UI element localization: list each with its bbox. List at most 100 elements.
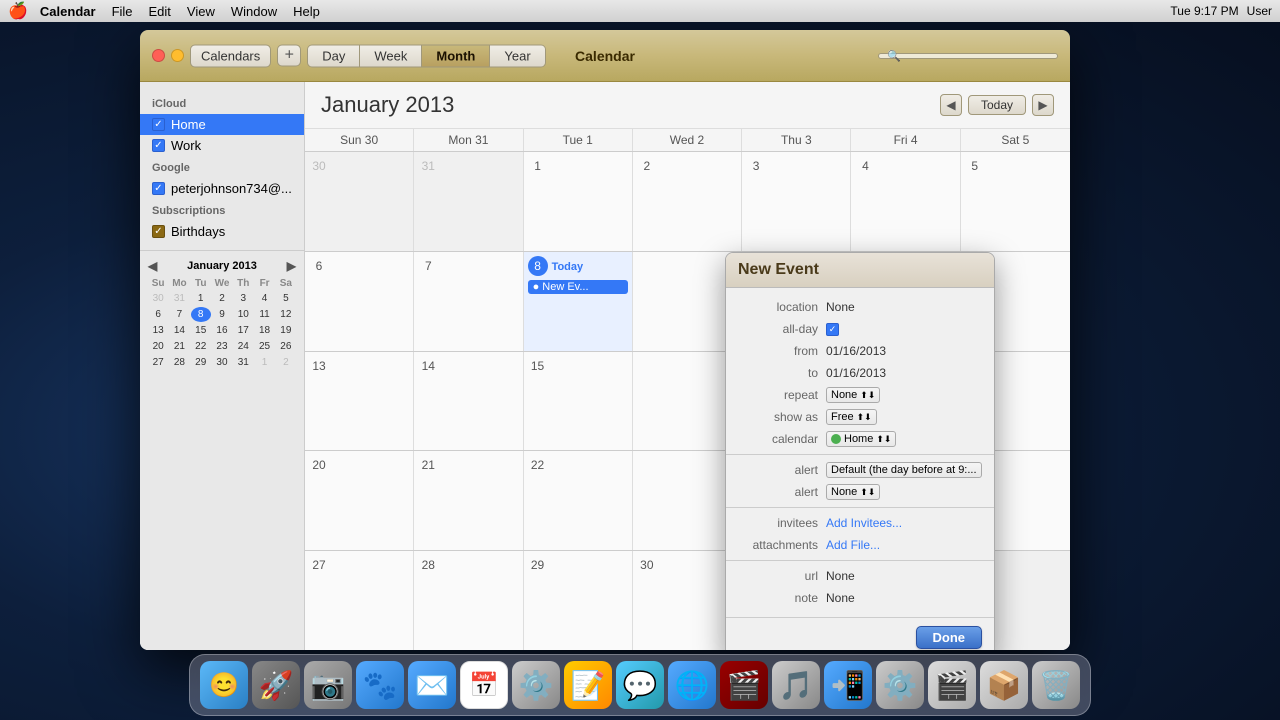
dock-dvd[interactable]: 🎬 [720, 661, 768, 709]
dock-syspreferences[interactable]: ⚙️ [876, 661, 924, 709]
dock-quicktime[interactable]: 🎬 [928, 661, 976, 709]
cal-cell-20[interactable]: 20 [305, 451, 414, 550]
mini-day-11[interactable]: 11 [254, 307, 274, 322]
home-checkbox[interactable]: ✓ [152, 118, 165, 131]
mini-cal-next[interactable]: ▶ [287, 259, 296, 273]
dock-photos[interactable]: 📷 [304, 661, 352, 709]
close-button[interactable] [152, 49, 165, 62]
dock-calendar[interactable]: 📅 [460, 661, 508, 709]
mini-day-30[interactable]: 30 [212, 355, 232, 370]
mini-day-29[interactable]: 29 [191, 355, 211, 370]
mini-day-21[interactable]: 21 [169, 339, 189, 354]
cal-cell-27[interactable]: 27 [305, 551, 414, 650]
dock-settings[interactable]: ⚙️ [512, 661, 560, 709]
prev-month-button[interactable]: ◀ [940, 94, 962, 116]
cal-cell-31[interactable]: 31 [414, 152, 523, 251]
next-month-button[interactable]: ▶ [1032, 94, 1054, 116]
cal-cell-30[interactable]: 30 [305, 152, 414, 251]
mini-day-25[interactable]: 25 [254, 339, 274, 354]
apple-menu[interactable]: 🍎 [8, 1, 28, 21]
cal-cell-fri4[interactable]: 4 [851, 152, 960, 251]
mini-day-4[interactable]: 4 [254, 291, 274, 306]
cal-cell-sat5[interactable]: 5 [961, 152, 1070, 251]
mini-day-12[interactable]: 12 [276, 307, 296, 322]
mini-day-18[interactable]: 18 [254, 323, 274, 338]
dock-safari[interactable]: 🌐 [668, 661, 716, 709]
mini-day-13[interactable]: 13 [148, 323, 168, 338]
popup-value-from[interactable]: 01/16/2013 [826, 344, 886, 358]
dock-itunes[interactable]: 🎵 [772, 661, 820, 709]
sidebar-item-work[interactable]: ✓ Work [140, 135, 304, 156]
today-button[interactable]: Today [968, 95, 1026, 115]
mini-day-19[interactable]: 19 [276, 323, 296, 338]
search-input[interactable]: 🔍 [878, 53, 1058, 59]
dock-launchpad[interactable]: 🚀 [252, 661, 300, 709]
mini-cal-prev[interactable]: ◀ [148, 259, 157, 273]
popup-repeat-select[interactable]: None ⬆⬇ [826, 387, 880, 403]
done-button[interactable]: Done [916, 626, 983, 649]
mini-day-16[interactable]: 16 [212, 323, 232, 338]
google-checkbox[interactable]: ✓ [152, 182, 165, 195]
mini-day-1next[interactable]: 1 [254, 355, 274, 370]
mini-day-22[interactable]: 22 [191, 339, 211, 354]
birthdays-checkbox[interactable]: ✓ [152, 225, 165, 238]
edit-menu[interactable]: Edit [149, 4, 171, 19]
cal-cell-1[interactable]: 1 [524, 152, 633, 251]
calendars-button[interactable]: Calendars [190, 44, 271, 67]
dock-appstore[interactable]: 📲 [824, 661, 872, 709]
app-menu[interactable]: Calendar [40, 4, 96, 19]
mini-day-5[interactable]: 5 [276, 291, 296, 306]
dock-mail[interactable]: ✉️ [408, 661, 456, 709]
file-menu[interactable]: File [112, 4, 133, 19]
cal-cell-14[interactable]: 14 [414, 352, 523, 451]
cal-cell-6[interactable]: 6 [305, 252, 414, 351]
cal-cell-15[interactable]: 15 [524, 352, 633, 451]
allday-checkbox[interactable]: ✓ [826, 323, 839, 336]
popup-showas-select[interactable]: Free ⬆⬇ [826, 409, 877, 425]
mini-day-20[interactable]: 20 [148, 339, 168, 354]
dock-xcode[interactable]: 🐾 [356, 661, 404, 709]
cal-cell-wed2[interactable]: 2 [633, 152, 742, 251]
popup-calendar-select[interactable]: Home ⬆⬇ [826, 431, 896, 447]
mini-day-28[interactable]: 28 [169, 355, 189, 370]
popup-value-to[interactable]: 01/16/2013 [826, 366, 886, 380]
tab-year[interactable]: Year [490, 45, 544, 66]
dock-stickies[interactable]: 📝 [564, 661, 612, 709]
cal-cell-7[interactable]: 7 [414, 252, 523, 351]
mini-day-9[interactable]: 9 [212, 307, 232, 322]
dock-finder[interactable]: 😊 [200, 661, 248, 709]
cal-cell-13[interactable]: 13 [305, 352, 414, 451]
mini-day-2next[interactable]: 2 [276, 355, 296, 370]
mini-day-10[interactable]: 10 [233, 307, 253, 322]
cal-cell-21[interactable]: 21 [414, 451, 523, 550]
sidebar-item-google[interactable]: ✓ peterjohnson734@... [140, 178, 304, 199]
dock-messages[interactable]: 💬 [616, 661, 664, 709]
popup-alert1-select[interactable]: Default (the day before at 9:... [826, 462, 982, 478]
tab-day[interactable]: Day [308, 45, 360, 66]
mini-day-23[interactable]: 23 [212, 339, 232, 354]
tab-month[interactable]: Month [422, 45, 490, 66]
add-file-link[interactable]: Add File... [826, 538, 880, 552]
popup-alert2-select[interactable]: None ⬆⬇ [826, 484, 880, 500]
mini-day-2[interactable]: 2 [212, 291, 232, 306]
dock-archive[interactable]: 📦 [980, 661, 1028, 709]
mini-day-8-today[interactable]: 8 [191, 307, 211, 322]
mini-day-30prev[interactable]: 30 [148, 291, 168, 306]
cal-cell-8-today[interactable]: 8 Today ● New Ev... [524, 252, 633, 351]
sidebar-item-home[interactable]: ✓ Home [140, 114, 304, 135]
mini-day-26[interactable]: 26 [276, 339, 296, 354]
minimize-button[interactable] [171, 49, 184, 62]
mini-day-17[interactable]: 17 [233, 323, 253, 338]
sidebar-item-birthdays[interactable]: ✓ Birthdays [140, 221, 304, 242]
cal-cell-22[interactable]: 22 [524, 451, 633, 550]
mini-day-15[interactable]: 15 [191, 323, 211, 338]
mini-day-31prev[interactable]: 31 [169, 291, 189, 306]
new-event-badge[interactable]: ● New Ev... [528, 280, 628, 294]
cal-cell-28[interactable]: 28 [414, 551, 523, 650]
cal-cell-thu3[interactable]: 3 [742, 152, 851, 251]
tab-week[interactable]: Week [360, 45, 422, 66]
add-invitees-link[interactable]: Add Invitees... [826, 516, 902, 530]
cal-cell-29[interactable]: 29 [524, 551, 633, 650]
dock-trash[interactable]: 🗑️ [1032, 661, 1080, 709]
mini-day-27[interactable]: 27 [148, 355, 168, 370]
